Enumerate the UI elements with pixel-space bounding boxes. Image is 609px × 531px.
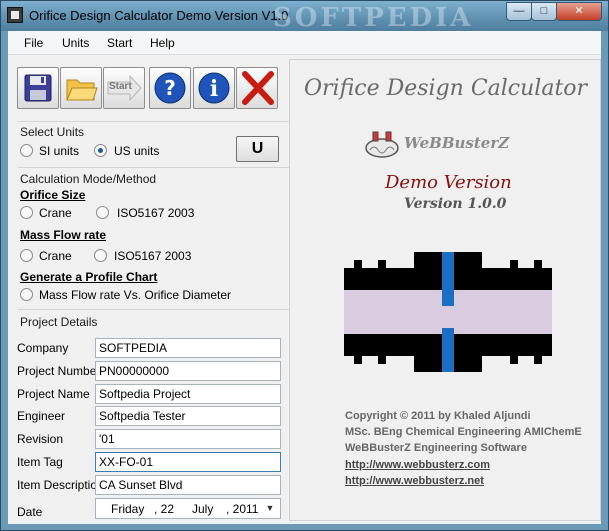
item-tag-label: Item Tag xyxy=(17,455,63,469)
floppy-disk-icon xyxy=(24,74,52,102)
si-units-label[interactable]: SI units xyxy=(39,144,79,158)
brand-name: WeBBusterZ xyxy=(404,134,510,152)
title-bar[interactable]: Orifice Design Calculator Demo Version V… xyxy=(1,1,608,33)
info-button[interactable]: i xyxy=(193,67,235,109)
date-weekday[interactable]: Friday xyxy=(111,502,144,516)
open-button[interactable] xyxy=(60,67,102,109)
menu-bar: File Units Start Help xyxy=(8,31,601,55)
demo-version-label: Demo Version xyxy=(385,172,512,193)
svg-text:?: ? xyxy=(164,76,176,100)
orifice-crane-label[interactable]: Crane xyxy=(39,206,72,220)
item-description-label: Item Description xyxy=(17,478,104,492)
orifice-diagram xyxy=(344,252,552,372)
orifice-size-heading: Orifice Size xyxy=(20,188,86,202)
company-input[interactable] xyxy=(95,338,281,358)
engineer-label: Engineer xyxy=(17,409,66,423)
revision-label: Revision xyxy=(17,432,64,446)
orifice-iso-label[interactable]: ISO5167 2003 xyxy=(117,206,194,220)
minimize-button[interactable]: — xyxy=(506,2,532,21)
massflow-crane-label[interactable]: Crane xyxy=(39,249,72,263)
project-number-input[interactable] xyxy=(95,361,281,381)
company-label: Company xyxy=(17,341,69,355)
copyright-text: Copyright © 2011 by Khaled Aljundi xyxy=(345,410,531,422)
revision-input[interactable] xyxy=(95,429,281,449)
date-label: Date xyxy=(17,505,43,519)
menu-help[interactable]: Help xyxy=(150,36,175,50)
units-toggle-button[interactable]: U xyxy=(236,136,279,162)
divider xyxy=(18,167,290,168)
brand-logo: WeBBusterZ xyxy=(360,124,540,160)
window-title: Orifice Design Calculator Demo Version V… xyxy=(29,8,289,23)
massflow-iso-radio[interactable] xyxy=(94,249,107,262)
project-name-label: Project Name xyxy=(17,387,90,401)
us-units-radio[interactable] xyxy=(94,144,107,157)
date-picker[interactable]: Friday , 22 July , 2011 ▼ xyxy=(95,498,281,519)
select-units-heading: Select Units xyxy=(20,125,85,139)
website-link-net[interactable]: http://www.webbusterz.net xyxy=(345,475,484,487)
company-text: WeBBusterZ Engineering Software xyxy=(345,442,527,454)
mass-flow-heading: Mass Flow rate xyxy=(20,228,107,242)
menu-units[interactable]: Units xyxy=(62,36,89,50)
degree-text: MSc. BEng Chemical Engineering AMIChemE xyxy=(345,426,582,438)
chevron-down-icon[interactable]: ▼ xyxy=(262,500,278,517)
profile-chart-radio[interactable] xyxy=(20,288,33,301)
menu-file[interactable]: File xyxy=(24,36,43,50)
robot-logo-icon xyxy=(365,131,399,158)
menu-start[interactable]: Start xyxy=(107,36,132,50)
maximize-button[interactable]: □ xyxy=(531,2,557,21)
app-icon[interactable] xyxy=(7,7,23,23)
version-label: Version 1.0.0 xyxy=(404,196,507,212)
red-x-icon xyxy=(242,71,274,105)
about-panel: Orifice Design Calculator WeBBusterZ Dem… xyxy=(289,59,601,521)
date-day[interactable]: , 22 xyxy=(154,502,174,516)
engineer-input[interactable] xyxy=(95,406,281,426)
start-button-label: Start xyxy=(109,81,132,92)
softpedia-watermark: SOFTPEDIA xyxy=(273,3,474,33)
item-tag-input[interactable] xyxy=(95,452,281,472)
help-button[interactable]: ? xyxy=(149,67,191,109)
client-area: File Units Start Help Start ? i Select U… xyxy=(8,31,601,524)
save-button[interactable] xyxy=(17,67,59,109)
app-window: Orifice Design Calculator Demo Version V… xyxy=(0,0,609,531)
orifice-iso-radio[interactable] xyxy=(96,206,109,219)
folder-icon xyxy=(66,79,98,101)
exit-button[interactable] xyxy=(236,67,278,109)
project-name-input[interactable] xyxy=(95,384,281,404)
us-units-label[interactable]: US units xyxy=(114,144,159,158)
project-details-heading: Project Details xyxy=(20,315,98,329)
item-description-input[interactable] xyxy=(95,475,281,495)
calc-mode-heading: Calculation Mode/Method xyxy=(20,172,157,186)
project-number-label: Project Number xyxy=(17,364,101,378)
info-icon: i xyxy=(198,72,230,104)
start-button[interactable]: Start xyxy=(103,67,145,109)
si-units-radio[interactable] xyxy=(20,144,33,157)
profile-chart-heading: Generate a Profile Chart xyxy=(20,270,158,284)
orifice-crane-radio[interactable] xyxy=(20,206,33,219)
date-month[interactable]: July xyxy=(192,502,213,516)
profile-chart-label[interactable]: Mass Flow rate Vs. Orifice Diameter xyxy=(39,288,231,302)
website-link-com[interactable]: http://www.webbusterz.com xyxy=(345,459,490,471)
massflow-crane-radio[interactable] xyxy=(20,249,33,262)
close-button[interactable]: ✕ xyxy=(556,2,602,21)
divider xyxy=(18,309,290,310)
massflow-iso-label[interactable]: ISO5167 2003 xyxy=(114,249,191,263)
divider xyxy=(18,121,290,122)
about-app-title: Orifice Design Calculator xyxy=(304,76,588,101)
svg-text:i: i xyxy=(210,76,218,102)
question-mark-icon: ? xyxy=(154,72,186,104)
date-year[interactable]: , 2011 xyxy=(226,502,258,516)
